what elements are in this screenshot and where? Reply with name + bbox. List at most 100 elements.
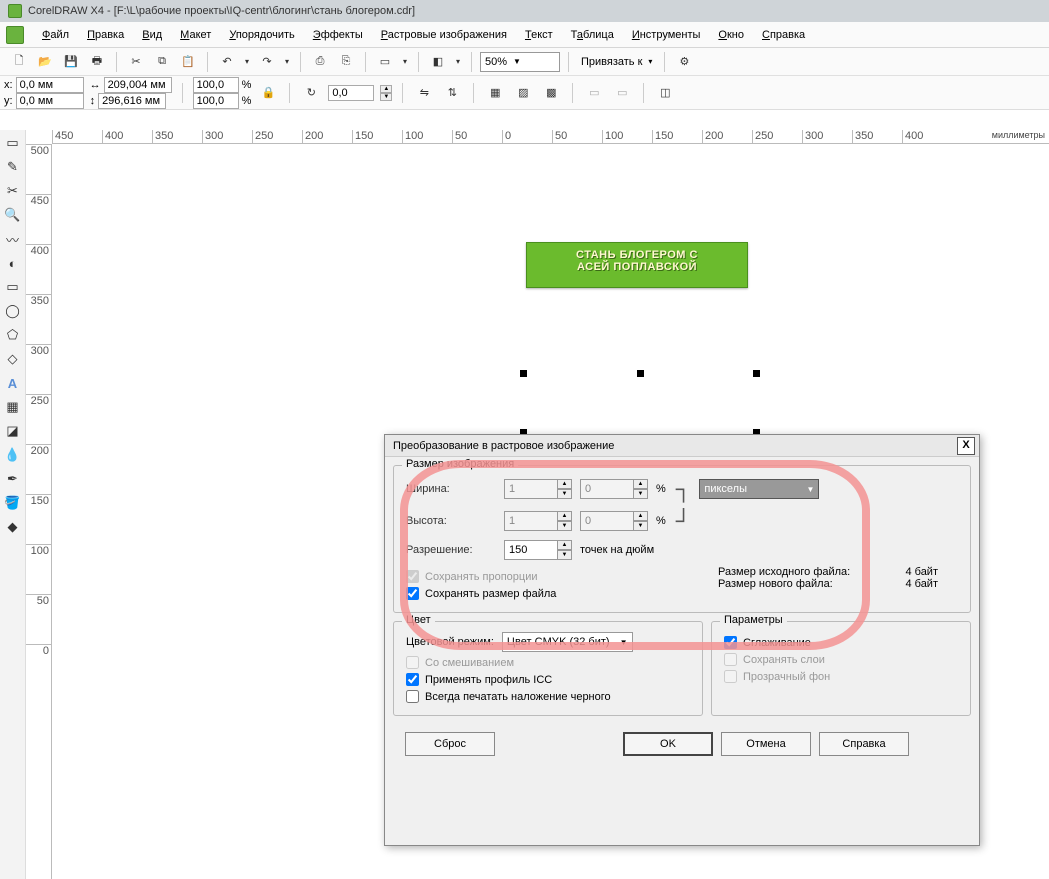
y-field[interactable]: 0,0 мм bbox=[16, 93, 84, 109]
x-label: x: bbox=[4, 79, 13, 91]
lock-ratio-icon[interactable]: 🔒 bbox=[257, 82, 279, 104]
menu-arrange[interactable]: Упорядочить bbox=[229, 29, 294, 41]
dialog-titlebar[interactable]: Преобразование в растровое изображение X bbox=[385, 435, 979, 457]
import-icon[interactable]: ⎙ bbox=[309, 51, 331, 73]
rectangle-tool-icon[interactable]: ▭ bbox=[2, 276, 24, 298]
selection-handle[interactable] bbox=[637, 370, 644, 377]
to-back-icon[interactable]: ▭ bbox=[611, 82, 633, 104]
cancel-button[interactable]: Отмена bbox=[721, 732, 811, 756]
new-size-label: Размер нового файла: bbox=[718, 578, 833, 590]
zoom-tool-icon[interactable]: 🔍 bbox=[2, 204, 24, 226]
shape-tool-icon[interactable]: ✎ bbox=[2, 156, 24, 178]
mirror-v-icon[interactable]: ⇅ bbox=[441, 82, 463, 104]
table-tool-icon[interactable]: ▦ bbox=[2, 396, 24, 418]
options2-icon[interactable]: ⚙ bbox=[673, 51, 695, 73]
convert-icon[interactable]: ◫ bbox=[654, 82, 676, 104]
new-size-value: 4 байт bbox=[905, 578, 938, 590]
rotation-field[interactable]: 0,0 bbox=[328, 85, 374, 101]
zoom-combo[interactable]: 50% ▼ bbox=[480, 52, 560, 72]
overprint-checkbox[interactable]: Всегда печатать наложение черного bbox=[406, 690, 690, 703]
paste-icon[interactable]: 📋 bbox=[177, 51, 199, 73]
new-icon[interactable]: 🗋 bbox=[8, 51, 30, 73]
menu-help[interactable]: Справка bbox=[762, 29, 805, 41]
undo-drop-icon[interactable]: ▾ bbox=[242, 51, 252, 73]
h-field[interactable]: 296,616 мм bbox=[98, 93, 166, 109]
eyedropper-icon[interactable]: 💧 bbox=[2, 444, 24, 466]
cut-icon[interactable]: ✂ bbox=[125, 51, 147, 73]
bracket-icon: ┘ bbox=[676, 508, 692, 534]
height-field bbox=[504, 511, 558, 531]
open-icon[interactable]: 📂 bbox=[34, 51, 56, 73]
horizontal-ruler[interactable]: 450400350 300250200 15010050 050100 1502… bbox=[52, 130, 1049, 144]
image-size-group: Размер изображения Ширина: ▲▼ ▲▼ % ┐ пик… bbox=[393, 465, 971, 613]
selection-handle[interactable] bbox=[520, 370, 527, 377]
outline-tool-icon[interactable]: ✒ bbox=[2, 468, 24, 490]
ruler-unit-label: миллиметры bbox=[992, 130, 1045, 140]
export-icon[interactable]: ⎘ bbox=[335, 51, 357, 73]
menu-file[interactable]: Файл bbox=[42, 29, 69, 41]
options-icon[interactable]: ◧ bbox=[427, 51, 449, 73]
menu-bar: Файл Правка Вид Макет Упорядочить Эффект… bbox=[0, 22, 1049, 48]
snap-label: Привязать к bbox=[581, 56, 642, 68]
snap-combo[interactable]: Привязать к ▾ bbox=[577, 52, 656, 72]
help-button[interactable]: Справка bbox=[819, 732, 909, 756]
polygon-tool-icon[interactable]: ⬠ bbox=[2, 324, 24, 346]
close-button[interactable]: X bbox=[957, 437, 975, 455]
unit-combo[interactable]: пикселы▼ bbox=[699, 479, 819, 499]
app-launcher-icon[interactable]: ▭ bbox=[374, 51, 396, 73]
menu-bitmaps[interactable]: Растровые изображения bbox=[381, 29, 507, 41]
vertical-ruler[interactable]: 500450400 350300250 200150100 500 bbox=[26, 144, 52, 879]
save-icon[interactable]: 💾 bbox=[60, 51, 82, 73]
menu-layout[interactable]: Макет bbox=[180, 29, 211, 41]
wrap-icon[interactable]: ▦ bbox=[484, 82, 506, 104]
selection-handle[interactable] bbox=[753, 370, 760, 377]
antialias-checkbox[interactable]: Сглаживание bbox=[724, 636, 958, 649]
copy-icon[interactable]: ⧉ bbox=[151, 51, 173, 73]
w-field[interactable]: 209,004 мм bbox=[104, 77, 172, 93]
menu-table[interactable]: Таблица bbox=[571, 29, 614, 41]
scale-x-field[interactable]: 100,0 bbox=[193, 77, 239, 93]
smart-fill-icon[interactable]: ◐ bbox=[2, 252, 24, 274]
edit-bitmap-icon[interactable]: ▩ bbox=[540, 82, 562, 104]
height-icon: ↕ bbox=[90, 95, 96, 107]
mirror-h-icon[interactable]: ⇋ bbox=[413, 82, 435, 104]
crop-tool-icon[interactable]: ✂ bbox=[2, 180, 24, 202]
interactive-tool-icon[interactable]: ◪ bbox=[2, 420, 24, 442]
basic-shapes-icon[interactable]: ◇ bbox=[2, 348, 24, 370]
dpi-label: точек на дюйм bbox=[580, 544, 654, 556]
print-icon[interactable]: 🖶 bbox=[86, 51, 108, 73]
fill-tool-icon[interactable]: 🪣 bbox=[2, 492, 24, 514]
interactive-fill-icon[interactable]: ◆ bbox=[2, 516, 24, 538]
color-group: Цвет Цветовой режим: Цвет CMYK (32 бит)▼… bbox=[393, 621, 703, 716]
menu-effects[interactable]: Эффекты bbox=[313, 29, 363, 41]
trace-icon[interactable]: ▨ bbox=[512, 82, 534, 104]
to-front-icon[interactable]: ▭ bbox=[583, 82, 605, 104]
ellipse-tool-icon[interactable]: ◯ bbox=[2, 300, 24, 322]
menu-edit[interactable]: Правка bbox=[87, 29, 124, 41]
menu-view[interactable]: Вид bbox=[142, 29, 162, 41]
selected-bitmap[interactable]: СТАНЬ БЛОГЕРОМ С АСЕЙ ПОПЛАВСКОЙ bbox=[526, 242, 748, 288]
color-mode-combo[interactable]: Цвет CMYK (32 бит)▼ bbox=[502, 632, 633, 652]
text-tool-icon[interactable]: A bbox=[2, 372, 24, 394]
ok-button[interactable]: OK bbox=[623, 732, 713, 756]
redo-icon[interactable]: ↷ bbox=[256, 51, 278, 73]
redo-drop-icon[interactable]: ▾ bbox=[282, 51, 292, 73]
reset-button[interactable]: Сброс bbox=[405, 732, 495, 756]
menu-text[interactable]: Текст bbox=[525, 29, 553, 41]
icc-checkbox[interactable]: Применять профиль ICC bbox=[406, 673, 690, 686]
keep-filesize-checkbox[interactable]: Сохранять размер файла bbox=[406, 587, 556, 600]
pick-tool-icon[interactable]: ▭ bbox=[2, 132, 24, 154]
resolution-field[interactable] bbox=[504, 540, 558, 560]
rotate-icon: ↻ bbox=[300, 82, 322, 104]
undo-icon[interactable]: ↶ bbox=[216, 51, 238, 73]
bracket-icon: ┐ bbox=[676, 476, 692, 502]
options-drop-icon[interactable]: ▾ bbox=[453, 51, 463, 73]
x-field[interactable]: 0,0 мм bbox=[16, 77, 84, 93]
freehand-tool-icon[interactable]: 〰 bbox=[2, 228, 24, 250]
title-bar: CorelDRAW X4 - [F:\L\рабочие проекты\IQ-… bbox=[0, 0, 1049, 22]
menu-tools[interactable]: Инструменты bbox=[632, 29, 701, 41]
width-field bbox=[504, 479, 558, 499]
scale-y-field[interactable]: 100,0 bbox=[193, 93, 239, 109]
welcome-icon[interactable]: ▾ bbox=[400, 51, 410, 73]
menu-window[interactable]: Окно bbox=[718, 29, 744, 41]
